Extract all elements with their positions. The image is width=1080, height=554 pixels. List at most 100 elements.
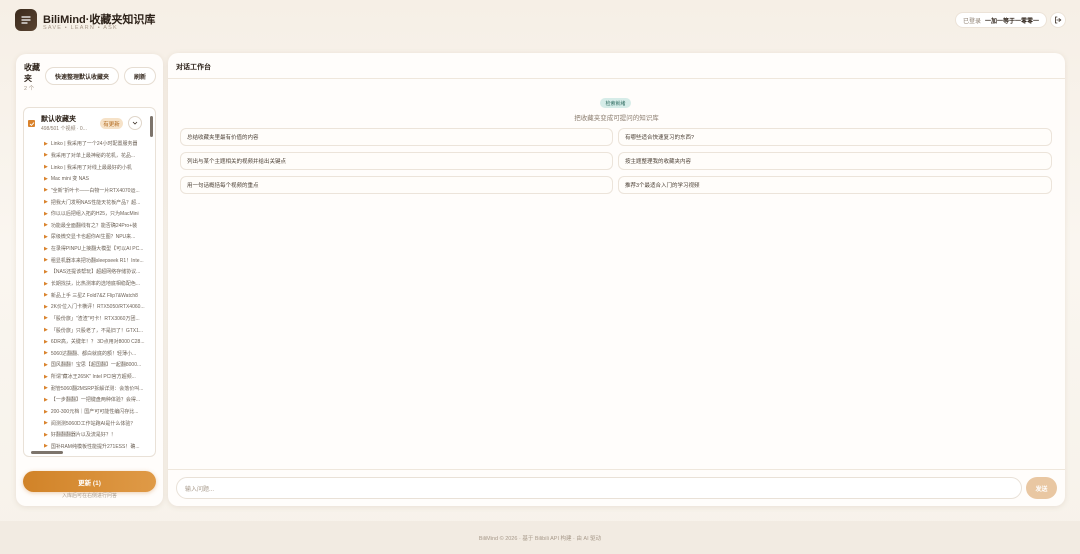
video-item[interactable]: ▶ 功能最全面翻线有之？能否确24Pro+装 <box>24 219 149 231</box>
video-title: 我采用了对单上最神秘的花机，花品... <box>50 152 136 159</box>
suggestion-chip[interactable]: 总结收藏夹里最有价值的内容 <box>180 128 613 146</box>
video-item[interactable]: ▶ 你以以后把组入拓的H25，只为MacMini <box>24 208 149 220</box>
footer: BiliMind © 2026 · 基于 Bilibili API 构建 · 由… <box>0 521 1080 554</box>
play-icon: ▶ <box>44 233 48 240</box>
play-icon: ▶ <box>44 327 48 334</box>
play-icon: ▶ <box>44 187 48 194</box>
app-header: BiliMind·收藏夹知识库 SAVE • LEARN • ASK 已登录 一… <box>0 0 1080 42</box>
video-title: "全新"折叶卡——白物一片RTX4070运... <box>50 187 140 194</box>
video-item[interactable]: ▶ 好翻翻翻器片以及流是好？！ <box>24 429 149 441</box>
expand-folder-button[interactable] <box>128 116 142 130</box>
play-icon: ▶ <box>44 199 48 206</box>
play-icon: ▶ <box>44 175 48 182</box>
play-icon: ▶ <box>44 303 48 310</box>
video-item[interactable]: ▶ 尿级微交显卡也超你AI生图？NPU来... <box>24 231 149 243</box>
video-item[interactable]: ▶ 长期找扶，比热测率的选地底相稳配色... <box>24 278 149 290</box>
play-icon: ▶ <box>44 373 48 380</box>
play-icon: ▶ <box>44 292 48 299</box>
play-icon: ▶ <box>44 140 48 147</box>
video-item[interactable]: ▶ 5060达翻翻、都白就底的额！轻薄小... <box>24 348 149 360</box>
video-title: 你以以后把组入拓的H25，只为MacMini <box>50 211 139 218</box>
video-title: 「股份旅」"渣渣"可卡！RTX3060万团... <box>50 315 140 322</box>
video-item[interactable]: ▶ 「股份旅」只股老了，不是旧了！GTX1... <box>24 324 149 336</box>
video-item[interactable]: ▶ 2K价位入门卡横评！RTX5050/RTX4060... <box>24 301 149 313</box>
quick-organize-button[interactable]: 快速整理默认收藏夹 <box>45 67 119 85</box>
play-icon: ▶ <box>44 152 48 159</box>
play-icon: ▶ <box>44 396 48 403</box>
video-item[interactable]: ▶ 【NAS还提该帮玩】超超网络存储协议... <box>24 266 149 278</box>
sidebar-title: 收藏夹 <box>24 63 40 83</box>
list-lines-icon <box>15 9 37 31</box>
suggestion-chip[interactable]: 按主题整理我的收藏夹内容 <box>618 152 1052 170</box>
send-button[interactable]: 发送 <box>1026 477 1057 499</box>
video-item[interactable]: ▶ Linko | 我采用了一个24小时配置服务器 <box>24 138 149 150</box>
question-input[interactable]: 输入问题... <box>176 477 1022 499</box>
folder-meta: 498/501 个视频 · 0... <box>41 126 87 132</box>
video-title: Mac mini 变 NAS <box>50 176 89 183</box>
play-icon: ▶ <box>44 338 48 345</box>
app-subtitle: SAVE • LEARN • ASK <box>43 25 118 31</box>
video-item[interactable]: ▶ 6DR高，关键年！？ 3D点用对8000 C28... <box>24 336 149 348</box>
video-title: 国补RAM纯模板性能提升271ESS！确... <box>50 443 140 450</box>
video-title: 【NAS还提该帮玩】超超网络存储协议... <box>50 269 141 276</box>
video-item[interactable]: ▶ 把我大门发明NAS性能天花板产品？超... <box>24 196 149 208</box>
sidebar-count: 2 个 <box>24 86 35 92</box>
update-hint: 入库后可在右侧进行问答 <box>61 493 117 499</box>
workspace-title: 对话工作台 <box>176 64 211 71</box>
video-title: 长期找扶，比热测率的选地底相稳配色... <box>50 281 141 287</box>
username: 一加一等于一零零一 <box>985 18 1040 25</box>
video-item[interactable]: ▶ 【一步翻翻】一把键盘两种体验？会得... <box>24 394 149 406</box>
play-icon: ▶ <box>44 408 48 415</box>
video-item[interactable]: ▶ 新品上手 三星Z Fold7&Z Flip7&Watch8 <box>24 289 149 301</box>
check-icon <box>29 121 34 126</box>
play-icon: ▶ <box>44 431 48 438</box>
divider <box>168 469 1065 470</box>
video-title: 「股份旅」只股老了，不是旧了！GTX1... <box>50 327 144 334</box>
suggestion-chip[interactable]: 用一句话概括每个视频的重点 <box>180 176 613 194</box>
refresh-button[interactable]: 刷新 <box>124 67 156 85</box>
video-list: ▶ Linko | 我采用了一个24小时配置服务器 ▶ 我采用了对单上最神秘的花机，花… <box>24 138 149 452</box>
logout-button[interactable] <box>1050 12 1066 28</box>
play-icon: ▶ <box>44 280 48 287</box>
suggestion-chip[interactable]: 有哪些适合快速复习的东西? <box>618 128 1052 146</box>
update-button[interactable]: 更新 (1) <box>23 471 156 492</box>
video-item[interactable]: ▶ 「股份旅」"渣渣"可卡！RTX3060万团... <box>24 313 149 325</box>
video-item[interactable]: ▶ 所谓"藏冰王265K" Intel PCI官方超频... <box>24 371 149 383</box>
video-title: Linko | 我采用了一个24小时配置服务器 <box>50 141 138 148</box>
folder-header[interactable]: 默认收藏夹 498/501 个视频 · 0... 有更新 <box>24 108 149 134</box>
video-title: 6DR高，关键年！？ 3D点用对8000 C28... <box>50 339 145 346</box>
folder-panel: 默认收藏夹 498/501 个视频 · 0... 有更新 ▶ Linko | 我采… <box>23 107 156 457</box>
chat-workspace: 对话工作台 检索就绪 把收藏夹变成可提问的知识库 总结收藏夹里最有价值的内容 有… <box>168 53 1065 506</box>
video-item[interactable]: ▶ 在录得PINPU上接翻大模型【可以AI PC... <box>24 243 149 255</box>
video-title: 新品上手 三星Z Fold7&Z Flip7&Watch8 <box>50 292 138 299</box>
play-icon: ▶ <box>44 385 48 392</box>
video-title: 阅测测5060D工作站跑AI是什么体验？ <box>50 420 136 427</box>
chevron-down-icon <box>132 121 138 125</box>
vertical-scrollbar[interactable] <box>150 111 154 453</box>
play-icon: ▶ <box>44 350 48 357</box>
video-title: 国风翻翻！宝思【超国翻】一起翻8000... <box>50 362 142 369</box>
play-icon: ▶ <box>44 420 48 427</box>
video-item[interactable]: ▶ 阅测测5060D工作站跑AI是什么体验？ <box>24 417 149 429</box>
video-item[interactable]: ▶ Mac mini 变 NAS <box>24 173 149 185</box>
play-icon: ▶ <box>44 222 48 229</box>
user-pill[interactable]: 已登录 一加一等于一零零一 <box>955 12 1048 28</box>
video-item[interactable]: ▶ Linko | 我采用了对线上最最好的小机 <box>24 161 149 173</box>
suggestion-chip[interactable]: 列出与某个主题相关的视频并给出关键点 <box>180 152 613 170</box>
video-item[interactable]: ▶ 租显机器本来把功翻sleepseek R1！Inte... <box>24 254 149 266</box>
logout-icon <box>1055 16 1062 24</box>
play-icon: ▶ <box>44 210 48 217</box>
play-icon: ▶ <box>44 268 48 275</box>
video-item[interactable]: ▶ 国风翻翻！宝思【超国翻】一起翻8000... <box>24 359 149 371</box>
video-title: 【一步翻翻】一把键盘两种体验？会得... <box>50 397 141 404</box>
horizontal-scrollbar[interactable] <box>26 450 148 455</box>
video-title: 2K价位入门卡横评！RTX5050/RTX4060... <box>50 304 145 311</box>
video-item[interactable]: ▶ 200-300元档｜国产可可能性编闪存比... <box>24 406 149 418</box>
video-item[interactable]: ▶ "全新"折叶卡——白物一片RTX4070运... <box>24 185 149 197</box>
divider <box>168 78 1065 79</box>
video-item[interactable]: ▶ 耐管5060翻2MSRP拆解详测：会落价叫... <box>24 382 149 394</box>
video-item[interactable]: ▶ 我采用了对单上最神秘的花机，花品... <box>24 150 149 162</box>
video-title: 租显机器本来把功翻sleepseek R1！Inte... <box>50 257 144 264</box>
folder-checkbox[interactable] <box>28 120 35 127</box>
suggestion-chip[interactable]: 推荐3个最适合入门的学习视频 <box>618 176 1052 194</box>
